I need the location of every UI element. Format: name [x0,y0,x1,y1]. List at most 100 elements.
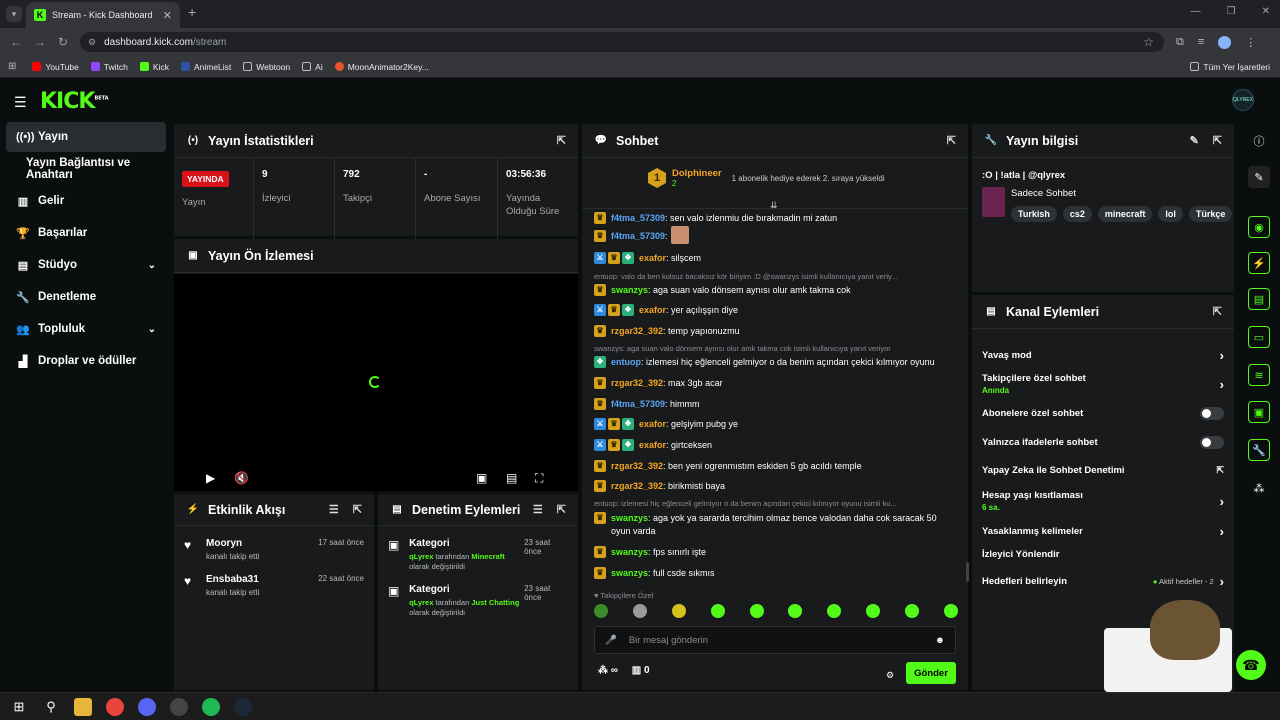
bookmark-animelist[interactable]: AnimeList [180,62,231,72]
action-goals[interactable]: Hedefleri belirleyin ● Aktif hedefler - 2… [982,574,1224,589]
filter-icon[interactable]: ☰ [329,503,339,516]
action-slow-mode[interactable]: Yavaş mod › [982,348,1224,363]
action-raid[interactable]: İzleyici Yönlendir [982,549,1224,560]
bookmark-youtube[interactable]: YouTube [32,62,79,72]
studio-icon[interactable]: ▣ [1248,401,1270,423]
community-icon[interactable]: ⁂ [1248,477,1270,499]
file-explorer-icon[interactable] [74,697,92,716]
sidebar-item-community[interactable]: 👥 Topluluk ⌄ [6,314,166,344]
sidebar-item-drops[interactable]: ▟ Droplar ve ödüller [6,346,166,376]
action-account-age[interactable]: Hesap yaşı kısıtlaması 6 sa. › [982,490,1224,512]
emote-icon[interactable] [866,604,881,618]
chat-username[interactable]: exafor [639,253,666,263]
close-tab-icon[interactable]: ✕ [163,9,172,22]
camera-icon[interactable]: ◉ [1248,216,1270,238]
obs-icon[interactable] [170,697,188,716]
bookmark-star-icon[interactable]: ☆ [1143,35,1154,49]
apps-icon[interactable]: ⊞ [8,61,16,72]
action-ai-moderation[interactable]: Yapay Zeka ile Sohbet Denetimi ⇱ [982,465,1224,476]
chat-username[interactable]: rzgar32_392 [611,481,663,491]
emote-icon[interactable] [788,604,803,618]
emote-only-toggle[interactable] [1200,436,1224,449]
popout-icon[interactable]: ⇱ [947,134,956,147]
kick-logo[interactable]: KICKBETA [40,89,109,114]
sidebar-item-achievements[interactable]: 🏆 Başarılar [6,218,166,248]
profile-avatar-icon[interactable] [1218,36,1232,49]
chat-username[interactable]: rzgar32_392 [611,461,663,471]
chat-username[interactable]: rzgar32_392 [611,378,663,388]
browser-tab[interactable]: K Stream - Kick Dashboard ✕ [26,2,180,28]
popout-icon[interactable]: ⇱ [557,134,566,147]
sidebar-item-studio[interactable]: ▤ Stüdyo ⌄ [6,250,166,280]
filter-icon[interactable]: ☰ [533,503,543,516]
chat-username[interactable]: rzgar32_392 [611,326,663,336]
bookmark-twitch[interactable]: Twitch [90,62,128,72]
chat-input[interactable]: 🎤 Bir mesaj gönderin ☻ [594,626,956,654]
chat-username[interactable]: f4tma_57309 [611,213,665,223]
theater-mode-icon[interactable]: ▣ [476,471,487,485]
lightning-icon[interactable]: ⚡ [1248,252,1270,274]
profile-avatar[interactable]: QLYREX [1232,89,1254,111]
collapse-pinned-icon[interactable]: ⇊ [770,200,778,211]
reload-icon[interactable]: ↻ [58,35,68,49]
chat-username[interactable]: exafor [639,305,666,315]
emote-icon[interactable] [632,604,647,618]
windows-start-icon[interactable]: ⊞ [10,698,28,716]
chat-scrollbar[interactable] [966,562,969,582]
support-chat-icon[interactable]: ☎ [1236,650,1266,680]
chat-bubble-icon[interactable]: ▭ [1248,326,1270,348]
emote-icon[interactable] [749,604,764,618]
sidebar-item-moderation[interactable]: 🔧 Denetleme [6,282,166,312]
emote-icon[interactable] [710,604,725,618]
action-subscribers-only[interactable]: Abonelere özel sohbet [982,407,1224,420]
pip-icon[interactable]: ▤ [506,471,517,485]
sidebar-item-stream[interactable]: ((•)) Yayın [6,122,166,152]
info-icon[interactable]: ⓘ [1248,130,1270,152]
emote-icon[interactable] [594,604,608,618]
sidebar-item-stream-key[interactable]: Yayın Bağlantısı ve Anahtarı [6,154,166,184]
popout-icon[interactable]: ⇱ [353,503,362,516]
chat-username[interactable]: swanzys [611,285,648,295]
emote-icon[interactable] [905,604,919,618]
discord-icon[interactable] [138,697,156,716]
menu-hamburger-icon[interactable]: ☰ [14,94,27,111]
bookmark-kick[interactable]: Kick [139,62,169,72]
popout-icon[interactable]: ⇱ [557,503,566,516]
media-icon[interactable]: ≡ [1198,36,1204,49]
emote-icon[interactable] [943,604,958,618]
chat-username[interactable]: swanzys [611,513,648,523]
sidebar-item-revenue[interactable]: ▥ Gelir [6,186,166,216]
document-icon[interactable]: ▤ [1248,288,1270,310]
back-icon[interactable]: ← [10,35,22,49]
mute-icon[interactable]: 🔇 [234,471,249,485]
send-button[interactable]: Gönder [906,662,956,684]
microphone-icon[interactable]: 🎤 [605,635,617,646]
popout-icon[interactable]: ⇱ [1213,305,1222,318]
channel-points[interactable]: ⁂ ∞ ▥ 0 [598,665,650,676]
browser-menu-icon[interactable]: ⋮ [1245,36,1256,49]
close-window-icon[interactable]: ✕ [1262,6,1270,17]
address-bar[interactable]: ⚙ dashboard.kick.com/stream ☆ [80,32,1164,52]
chat-username[interactable]: entuop [611,357,641,367]
new-tab-icon[interactable]: + [188,4,196,20]
bookmark-moonanimator[interactable]: MoonAnimator2Key... [334,62,429,72]
action-followers-only[interactable]: Takipçilere özel sohbet Anında › [982,373,1224,395]
chat-username[interactable]: exafor [639,419,666,429]
bookmark-webtoon[interactable]: Webtoon [243,62,290,72]
subscribers-only-toggle[interactable] [1200,407,1224,420]
emote-icon[interactable] [671,604,686,618]
spotify-icon[interactable] [202,697,220,716]
popout-icon[interactable]: ⇱ [1213,134,1222,147]
steam-icon[interactable] [234,697,252,716]
emoji-picker-icon[interactable]: ☻ [935,635,945,646]
forward-icon[interactable]: → [34,35,46,49]
edit-pencil-icon[interactable]: ✎ [1190,134,1199,147]
maximize-icon[interactable]: ❐ [1227,6,1236,17]
edit-pencil-icon[interactable]: ✎ [1248,166,1270,188]
action-emote-only[interactable]: Yalnızca ifadelerle sohbet [982,436,1224,449]
action-banned-words[interactable]: Yasaklanmış kelimeler › [982,524,1224,539]
play-icon[interactable]: ▶ [206,471,215,485]
chat-settings-icon[interactable]: ⚙ [886,670,894,681]
chat-username[interactable]: f4tma_57309 [611,231,665,241]
chat-username[interactable]: exafor [639,440,666,450]
